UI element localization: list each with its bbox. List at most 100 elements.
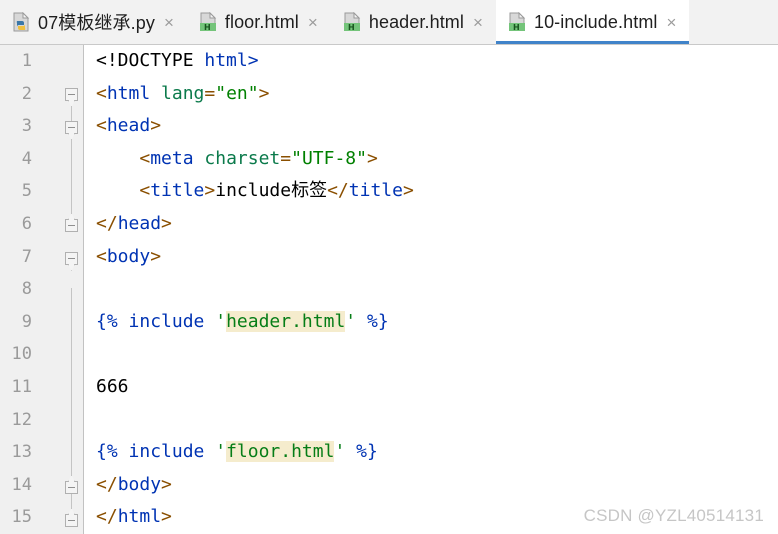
- jinja-keyword-include: include: [117, 441, 216, 463]
- tag-name-html: html: [106, 82, 151, 104]
- line-number: 12: [11, 409, 32, 430]
- html-file-icon: H: [508, 12, 527, 32]
- line-number: 2: [21, 83, 32, 104]
- code-line-6: </head>: [96, 208, 778, 241]
- tab-label: floor.html: [224, 11, 299, 32]
- code-line-14: </body>: [96, 469, 778, 502]
- line-number: 11: [11, 376, 32, 397]
- line-number: 13: [11, 442, 32, 463]
- line-number: 1: [21, 51, 32, 71]
- tag-close-bracket: >: [161, 506, 172, 528]
- jinja-close-delimiter: %}: [356, 441, 378, 463]
- svg-text:H: H: [204, 23, 211, 32]
- tag-name-title: title: [348, 180, 403, 202]
- line-number: 10: [11, 344, 32, 365]
- tag-close-bracket: >: [204, 180, 216, 202]
- string-quote-open: ': [215, 441, 227, 463]
- tab-floor-html[interactable]: H floor.html ×: [186, 0, 331, 44]
- line-number: 3: [21, 116, 32, 137]
- tag-name-title: title: [150, 180, 205, 202]
- tag-close-bracket: >: [402, 180, 414, 202]
- string-quote-close: ': [345, 310, 357, 332]
- tab-header-html[interactable]: H header.html ×: [330, 0, 496, 44]
- code-line-13: {% include 'floor.html' %}: [96, 436, 778, 469]
- jinja-close-delimiter: %}: [366, 310, 389, 332]
- code-line-11: 666: [96, 371, 778, 404]
- code-line-2: <html lang="en">: [96, 78, 778, 111]
- tag-open-bracket: </: [96, 506, 118, 528]
- code-line-9: {% include 'header.html' %}: [96, 306, 778, 339]
- tag-close-bracket: >: [366, 147, 378, 169]
- jinja-keyword-include: include: [117, 310, 216, 332]
- tab-07-template-inheritance-py[interactable]: 07模板继承.py ×: [0, 0, 187, 44]
- title-text: include标签: [215, 180, 328, 202]
- code-line-3: <head>: [96, 110, 778, 143]
- line-number: 6: [21, 213, 32, 234]
- tag-open-bracket: <: [96, 82, 107, 104]
- watermark: CSDN @YZL40514131: [583, 506, 764, 525]
- attr-name-lang: lang: [150, 82, 205, 104]
- tag-name-head: head: [117, 212, 162, 234]
- html-file-icon: H: [199, 12, 218, 32]
- tag-open-bracket: <: [96, 245, 107, 267]
- code-content[interactable]: <!DOCTYPE html> <html lang="en"> <head> …: [84, 45, 778, 534]
- tab-label: header.html: [368, 11, 465, 32]
- tab-label: 10-include.html: [533, 11, 658, 32]
- included-file-header: header.html: [226, 310, 346, 332]
- doctype-name: html>: [193, 50, 259, 71]
- tag-open-bracket: <: [139, 147, 151, 169]
- attr-equals: =: [204, 82, 216, 104]
- attr-value-en: "en": [215, 82, 259, 104]
- editor-tab-bar: 07模板继承.py × H floor.html × H header.html…: [0, 0, 778, 45]
- line-number: 15: [11, 507, 32, 528]
- html-file-icon: H: [343, 12, 362, 32]
- code-editor[interactable]: 1 2 3 4 5 6 7 8 9 10 11 12 13 14 15 <!DO…: [0, 45, 778, 534]
- svg-text:H: H: [348, 23, 355, 32]
- line-number: 7: [21, 246, 32, 267]
- line-number: 5: [21, 181, 32, 202]
- tag-open-bracket: </: [327, 180, 349, 202]
- close-icon[interactable]: ×: [471, 14, 485, 31]
- tag-open-bracket: <: [139, 180, 151, 202]
- line-number: 4: [21, 148, 32, 169]
- python-file-icon: [12, 12, 31, 32]
- line-number-gutter: 1 2 3 4 5 6 7 8 9 10 11 12 13 14 15: [0, 45, 84, 534]
- close-icon[interactable]: ×: [306, 14, 320, 31]
- attr-name-charset: charset: [193, 147, 281, 169]
- tab-label: 07模板继承.py: [38, 13, 155, 33]
- tab-10-include-html[interactable]: H 10-include.html ×: [495, 0, 690, 44]
- close-icon[interactable]: ×: [665, 14, 679, 31]
- body-text-666: 666: [96, 375, 129, 397]
- tag-close-bracket: >: [150, 245, 162, 267]
- tag-open-bracket: </: [96, 212, 118, 234]
- tag-open-bracket: <: [96, 115, 107, 137]
- line-number: 8: [21, 279, 32, 300]
- attr-equals: =: [280, 147, 292, 169]
- tag-open-bracket: </: [96, 473, 118, 495]
- svg-text:H: H: [513, 23, 520, 32]
- code-line-5: <title>include标签</title>: [96, 175, 778, 208]
- tag-name-body: body: [117, 473, 162, 495]
- code-line-4: <meta charset="UTF-8">: [96, 143, 778, 176]
- tag-name-meta: meta: [150, 147, 194, 169]
- tag-close-bracket: >: [258, 82, 270, 104]
- line-number: 14: [11, 474, 32, 495]
- code-line-1: <!DOCTYPE html>: [96, 45, 778, 78]
- code-line-7: <body>: [96, 241, 778, 274]
- tag-name-html: html: [117, 506, 162, 528]
- jinja-open-delimiter: {%: [96, 310, 118, 332]
- string-quote-open: ': [215, 310, 227, 332]
- tag-name-body: body: [106, 245, 151, 267]
- tag-close-bracket: >: [161, 212, 172, 234]
- tag-close-bracket: >: [150, 115, 162, 137]
- doctype-keyword: <!DOCTYPE: [96, 50, 194, 71]
- tab-bar-empty-space: [689, 0, 778, 44]
- included-file-floor: floor.html: [226, 441, 335, 463]
- tag-name-head: head: [106, 115, 151, 137]
- close-icon[interactable]: ×: [162, 14, 176, 31]
